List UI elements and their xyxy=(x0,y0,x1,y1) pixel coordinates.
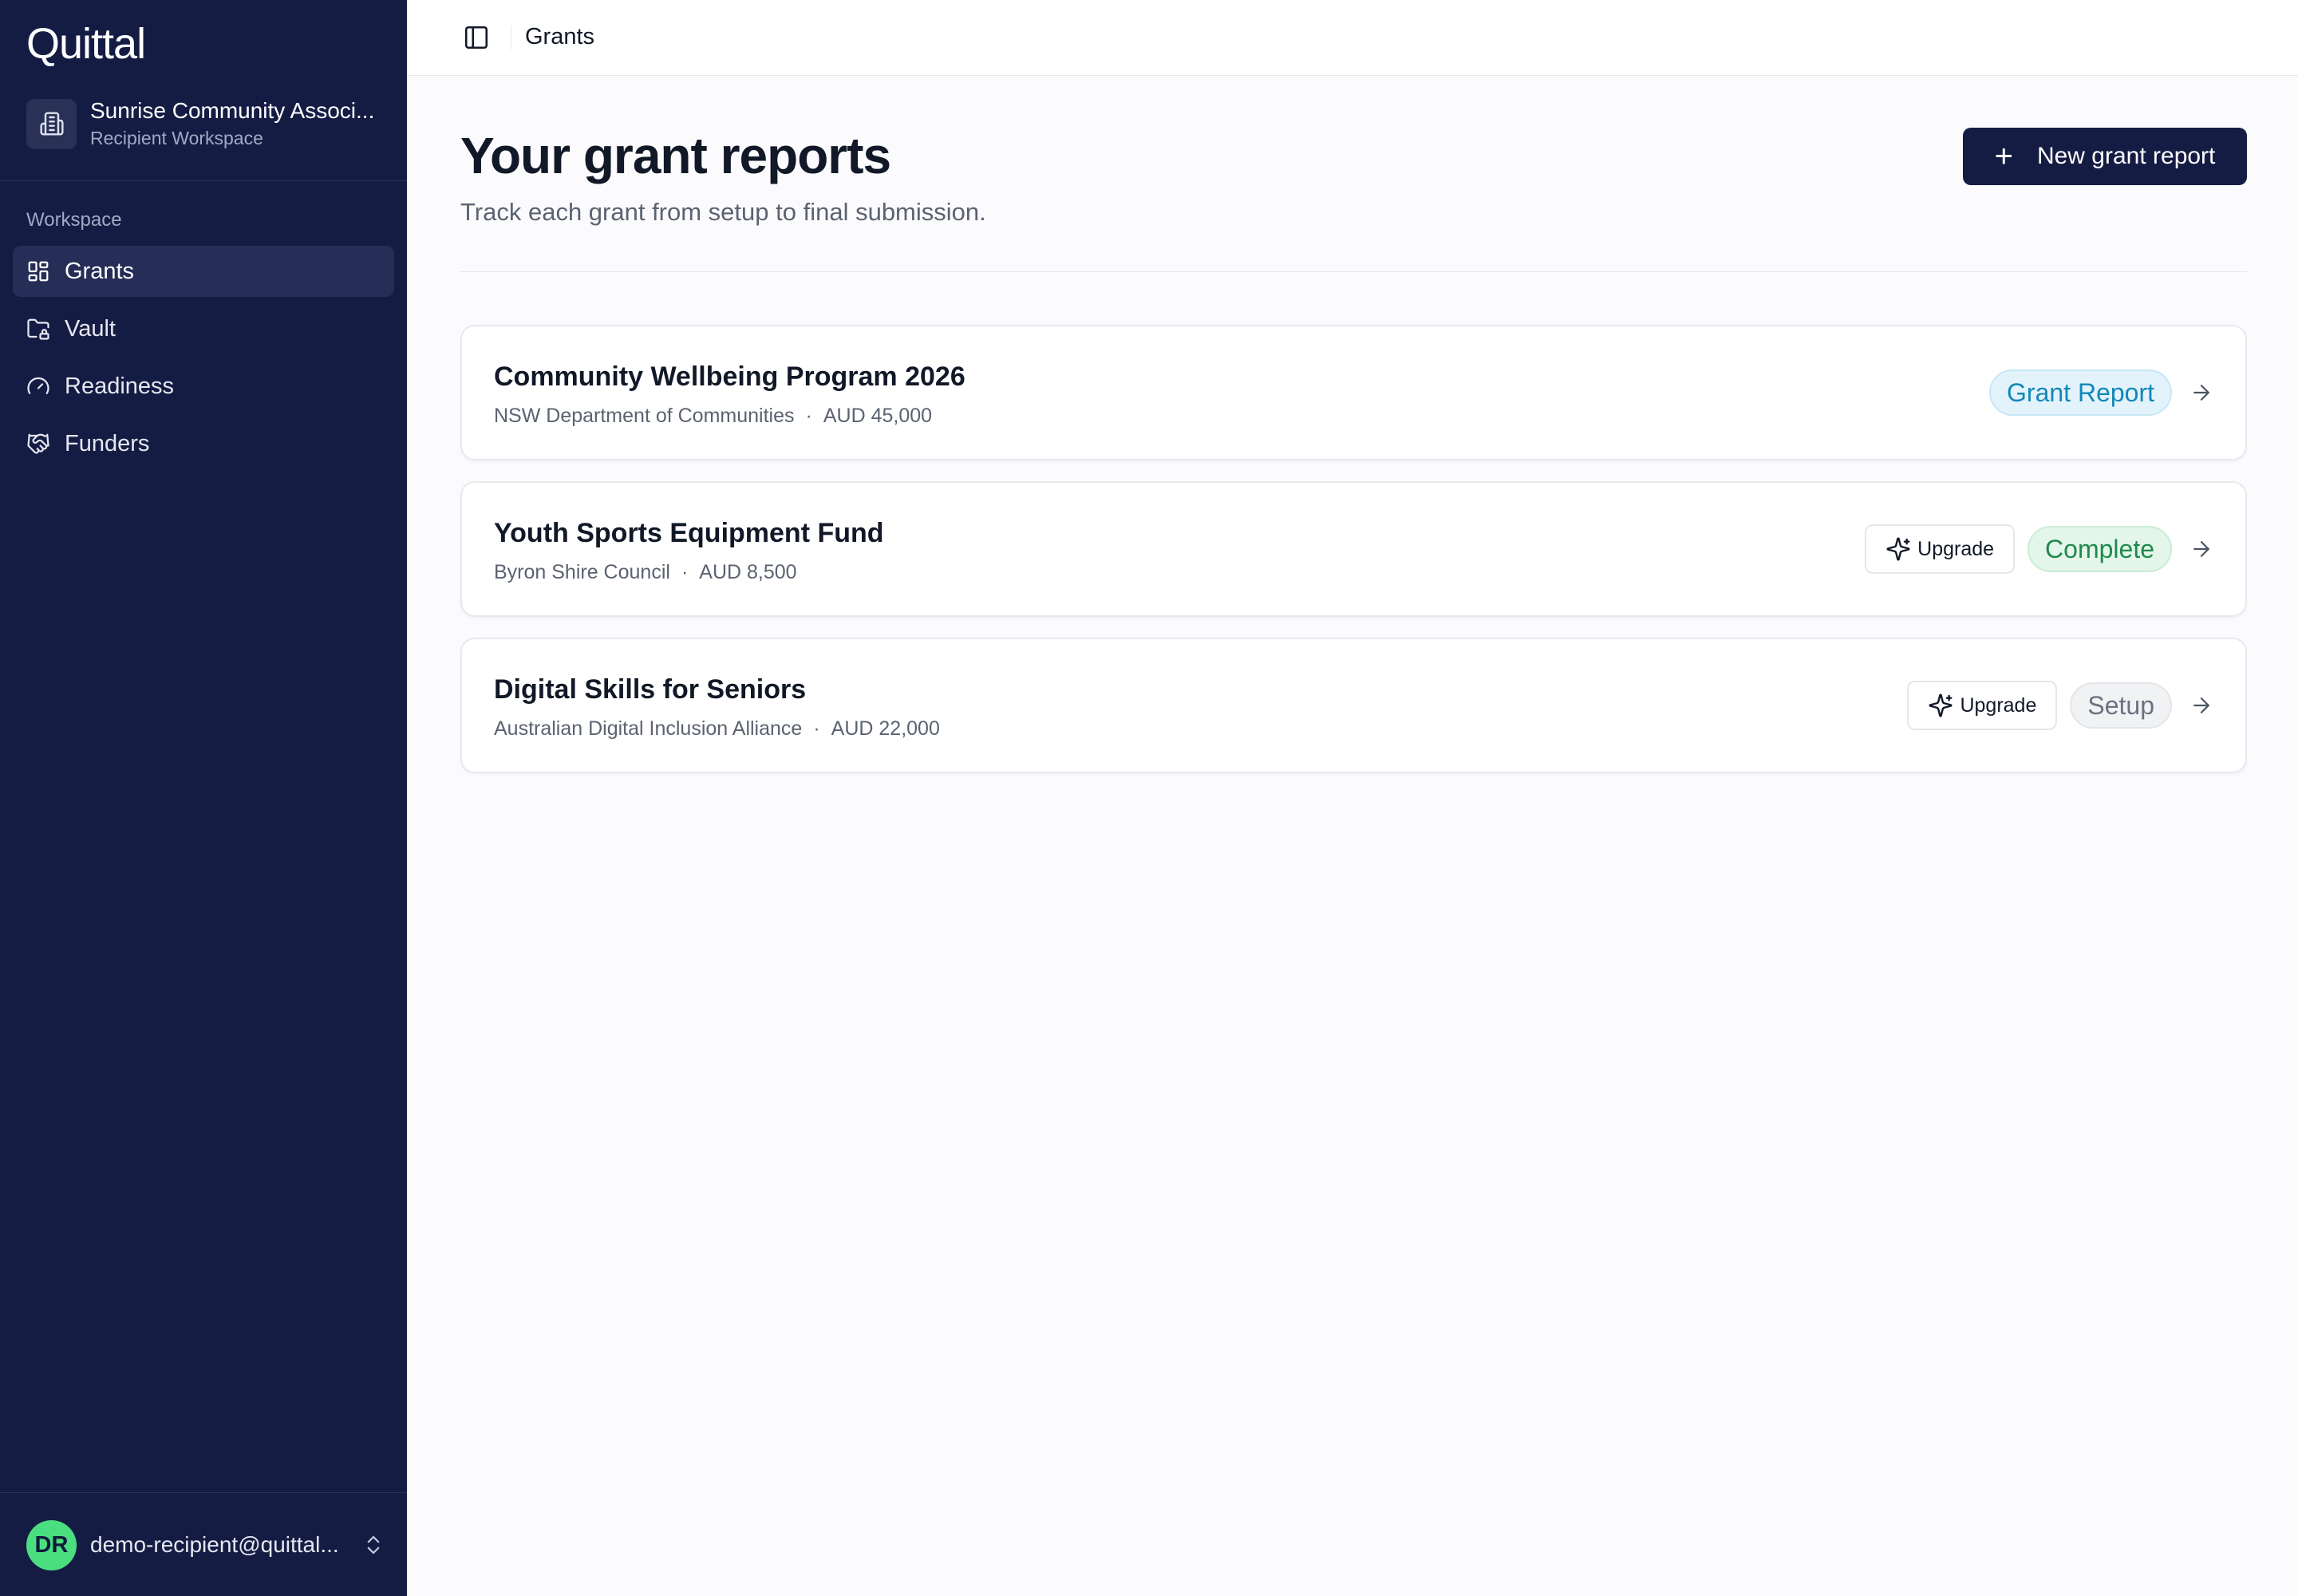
sidebar-section-label: Workspace xyxy=(26,209,122,231)
org-switcher[interactable]: Sunrise Community Associ... Recipient Wo… xyxy=(26,97,385,150)
status-badge: Grant Report xyxy=(1989,369,2172,416)
arrow-right-icon[interactable] xyxy=(2189,537,2213,561)
grant-funder: Australian Digital Inclusion Alliance xyxy=(494,717,803,740)
content-divider xyxy=(460,271,2247,272)
grant-meta: Byron Shire Council · AUD 8,500 xyxy=(494,561,797,583)
sidebar-divider xyxy=(0,1492,407,1493)
status-badge: Complete xyxy=(2028,526,2172,572)
upgrade-label: Upgrade xyxy=(1917,537,1995,560)
sidebar-nav: Grants Vault Readiness Funders xyxy=(13,246,394,476)
chevrons-up-down-icon xyxy=(367,1535,380,1555)
page-title: Your grant reports xyxy=(460,127,891,184)
sidebar-item-grants[interactable]: Grants xyxy=(13,246,394,297)
breadcrumb: Grants xyxy=(525,24,595,49)
page-subtitle: Track each grant from setup to final sub… xyxy=(460,198,986,226)
sidebar-divider xyxy=(0,180,407,181)
sidebar-item-label: Grants xyxy=(65,258,135,284)
upgrade-label: Upgrade xyxy=(1960,693,2037,717)
grant-card[interactable]: Youth Sports Equipment Fund Byron Shire … xyxy=(460,481,2247,617)
arrow-right-icon[interactable] xyxy=(2189,693,2213,717)
grant-meta: NSW Department of Communities · AUD 45,000 xyxy=(494,405,933,427)
grant-amount: AUD 8,500 xyxy=(699,561,797,583)
grant-amount: AUD 45,000 xyxy=(823,405,933,427)
grant-title: Youth Sports Equipment Fund xyxy=(494,518,884,548)
folder-lock-icon xyxy=(27,318,49,340)
app-logo[interactable]: Quittal xyxy=(26,19,146,69)
grant-meta: Australian Digital Inclusion Alliance · AU… xyxy=(494,717,940,740)
gauge-icon xyxy=(27,377,49,394)
status-badge: Setup xyxy=(2070,682,2172,729)
org-subtitle: Recipient Workspace xyxy=(90,128,263,148)
sparkles-icon xyxy=(1886,537,1910,561)
user-menu[interactable]: DR demo-recipient@quittal... xyxy=(26,1519,385,1570)
new-grant-report-button[interactable]: + New grant report xyxy=(1963,128,2247,185)
plus-icon: + xyxy=(1994,139,2013,174)
arrow-right-icon[interactable] xyxy=(2189,381,2213,405)
sidebar-item-label: Vault xyxy=(65,315,116,342)
org-name: Sunrise Community Associ... xyxy=(90,98,375,123)
top-bar: Grants xyxy=(407,0,2298,76)
grant-card[interactable]: Community Wellbeing Program 2026 NSW Dep… xyxy=(460,325,2247,460)
grant-title: Digital Skills for Seniors xyxy=(494,674,807,705)
building-icon xyxy=(26,98,77,149)
sidebar-item-label: Funders xyxy=(65,430,150,456)
new-grant-report-label: New grant report xyxy=(2036,143,2216,169)
user-email: demo-recipient@quittal... xyxy=(90,1532,339,1557)
sidebar-item-vault[interactable]: Vault xyxy=(13,303,394,354)
upgrade-button[interactable]: Upgrade xyxy=(1865,524,2016,574)
sidebar: Quittal Sunrise Community Associ... Reci… xyxy=(0,0,407,1596)
sidebar-item-funders[interactable]: Funders xyxy=(13,418,394,469)
sidebar-item-readiness[interactable]: Readiness xyxy=(13,361,394,412)
avatar: DR xyxy=(26,1519,77,1570)
sidebar-toggle-icon[interactable] xyxy=(463,24,490,51)
grant-title: Community Wellbeing Program 2026 xyxy=(494,361,965,392)
upgrade-button[interactable]: Upgrade xyxy=(1907,681,2058,730)
grant-card[interactable]: Digital Skills for Seniors Australian Di… xyxy=(460,638,2247,773)
sidebar-item-label: Readiness xyxy=(65,373,175,399)
sparkles-icon xyxy=(1929,693,1953,717)
grant-amount: AUD 22,000 xyxy=(831,717,940,740)
grid-icon xyxy=(28,261,49,282)
grant-funder: Byron Shire Council xyxy=(494,561,670,583)
grant-funder: NSW Department of Communities xyxy=(494,405,795,427)
handshake-icon xyxy=(27,433,49,454)
